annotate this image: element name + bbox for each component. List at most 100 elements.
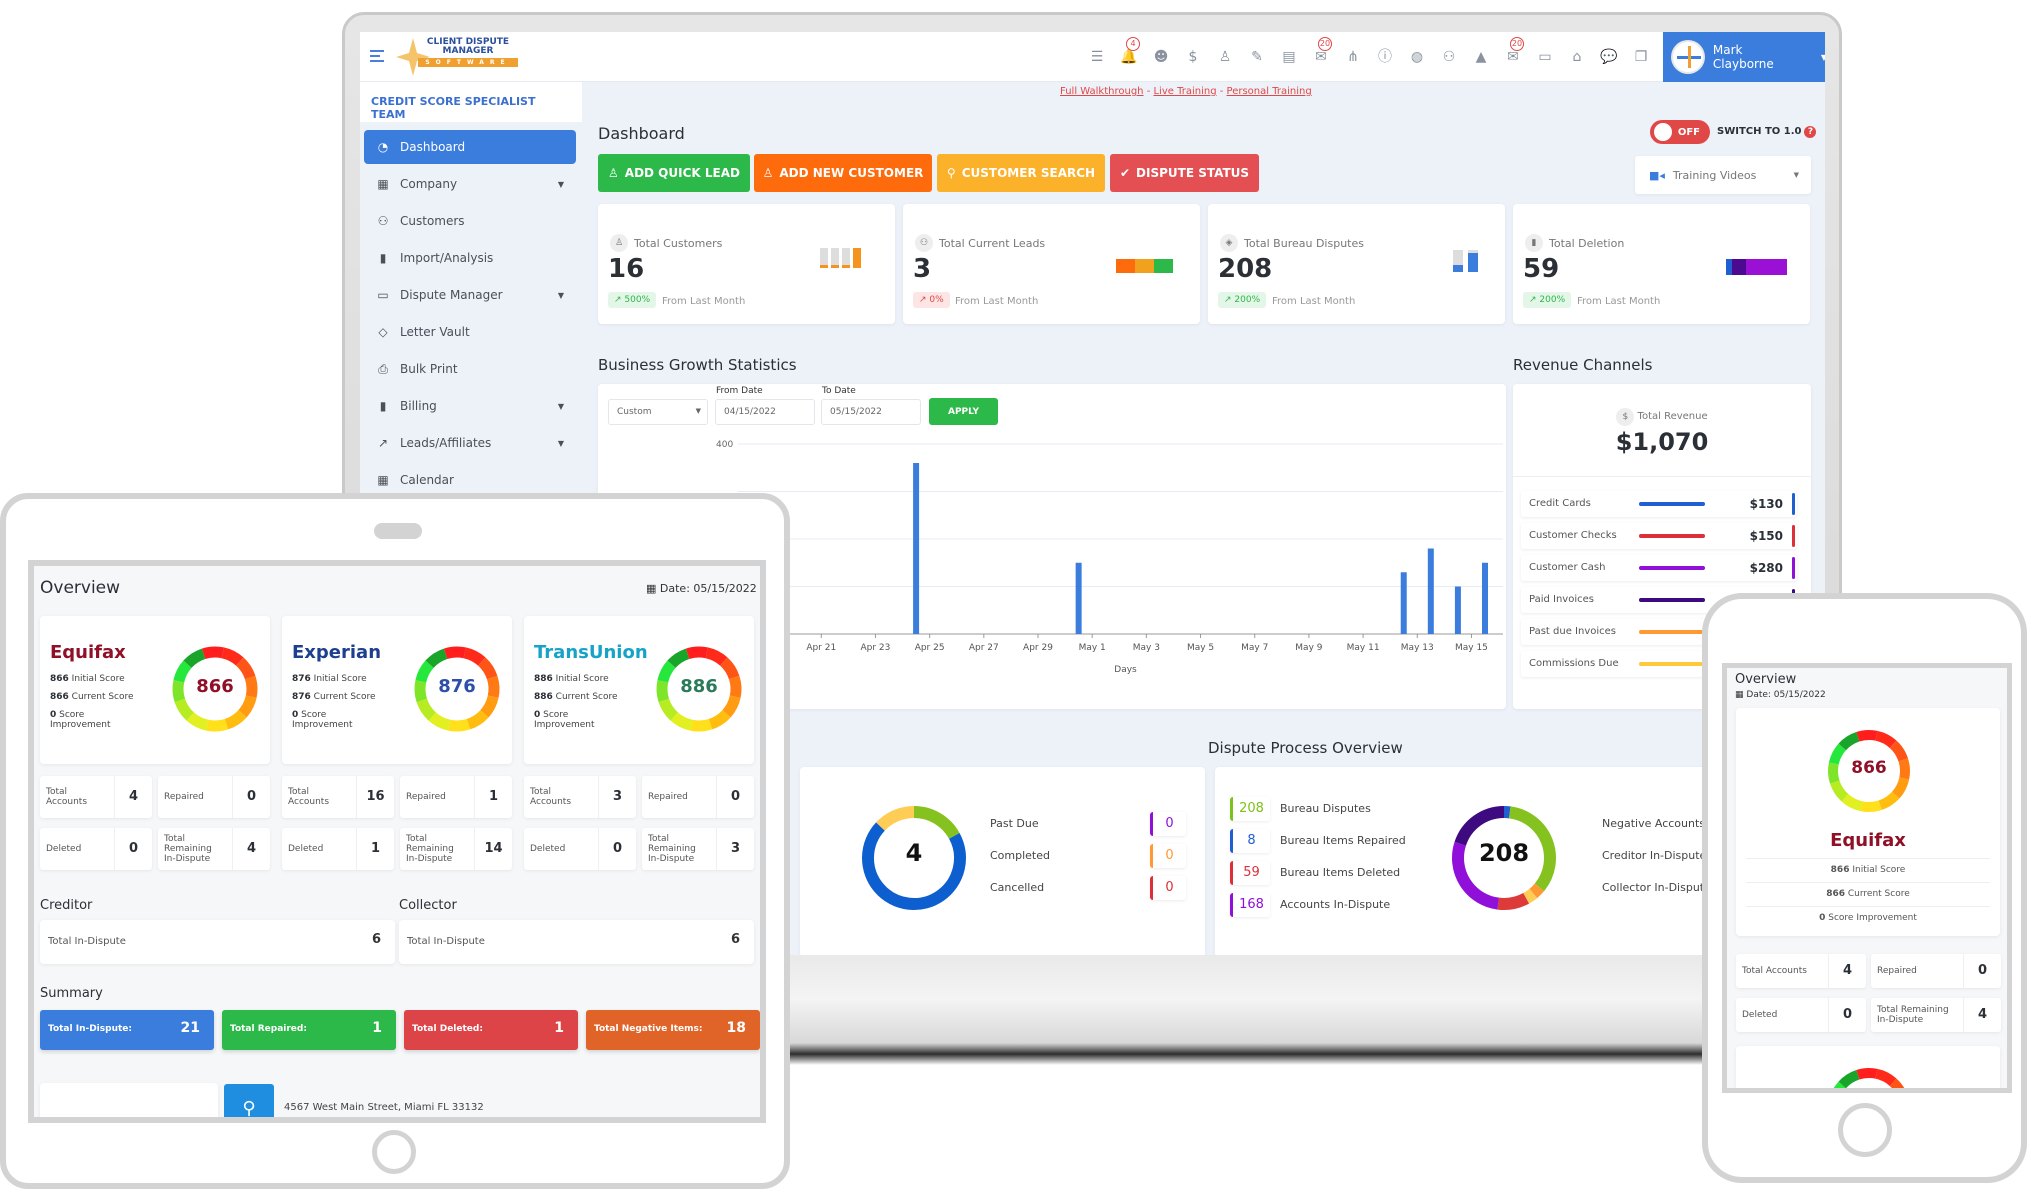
add-quick-lead-button[interactable]: ♙ ADD QUICK LEAD xyxy=(598,154,750,192)
mini-bar xyxy=(842,248,850,268)
mini-stat-value: 3 xyxy=(716,828,754,870)
collector-value: 6 xyxy=(730,932,740,947)
sidebar-item-company[interactable]: ▦ Company ▼ xyxy=(364,167,576,201)
hamburger-menu-icon[interactable] xyxy=(370,50,384,62)
calendar-icon: ▦ xyxy=(646,582,657,595)
address-text: 4567 West Main Street, Miami FL 33132 xyxy=(284,1102,484,1113)
info-icon[interactable]: ⓘ xyxy=(1376,48,1394,66)
invoice-status-value: 0 xyxy=(1150,812,1186,836)
mini-stat-deleted: Deleted 1 xyxy=(282,828,394,870)
sidebar-item-dispute-manager[interactable]: ▭ Dispute Manager ▼ xyxy=(364,278,576,312)
tasks-icon-glyph: ☰ xyxy=(1090,49,1104,65)
gauge-segment xyxy=(705,647,728,666)
revenue-row-credit-cards: Credit Cards $130 xyxy=(1521,491,1797,517)
bell-icon[interactable]: 🔔 4 xyxy=(1120,37,1140,66)
phone-next-gauge xyxy=(1833,1068,1905,1088)
sidebar-item-calendar[interactable]: ▦ Calendar xyxy=(364,463,576,497)
to-date-input[interactable]: 05/15/2022 xyxy=(821,399,921,425)
envelope-icon-glyph: ✉ xyxy=(1315,49,1327,65)
sidebar-item-label: Calendar xyxy=(400,473,454,487)
x-tick-label: Apr 25 xyxy=(915,643,945,653)
mail-open-icon[interactable]: ✉ 20 xyxy=(1504,37,1524,66)
sidebar-item-customers[interactable]: ⚇ Customers xyxy=(364,204,576,238)
gauge-segment xyxy=(1875,1068,1897,1087)
improvement-value: 0 xyxy=(534,710,541,720)
from-date-label: From Date xyxy=(716,386,763,396)
summary-total-repaired: Total Repaired: 1 xyxy=(222,1010,396,1050)
range-select[interactable]: Custom ▼ xyxy=(608,399,708,425)
support-agent-icon[interactable]: ☻ xyxy=(1152,48,1170,66)
dispute-segment-orange xyxy=(1529,883,1545,899)
phone-equifax-card: 866 Equifax 866 Initial Score 866 Curren… xyxy=(1736,708,2000,936)
personal-training-link[interactable]: Personal Training xyxy=(1227,86,1312,97)
bureau-name: Equifax xyxy=(50,642,126,663)
stat-value: 16 xyxy=(608,254,645,284)
gauge-segment xyxy=(201,646,224,660)
disputes-icon: ◈ xyxy=(1220,234,1238,252)
add-new-customer-button[interactable]: ♙ ADD NEW CUSTOMER xyxy=(754,154,932,192)
channel-name: Past due Invoices xyxy=(1529,626,1616,637)
money-bill-icon[interactable]: ▭ xyxy=(1536,48,1554,66)
invoice-status-label: Cancelled xyxy=(990,881,1045,894)
invoice-status-card: 4 Past Due 0 Completed 0 Cancelled 0 xyxy=(800,767,1205,957)
inbox-icon[interactable]: ⌂ xyxy=(1568,48,1586,66)
sidebar-item-letter-vault[interactable]: ◇ Letter Vault xyxy=(364,315,576,349)
phone-improvement-value: 0 xyxy=(1819,913,1826,923)
switch-label: SWITCH TO 1.0? xyxy=(1717,126,1817,138)
training-videos-dropdown[interactable]: ■◂ Training Videos ▼ xyxy=(1635,156,1811,194)
separator: - xyxy=(1216,86,1227,97)
gauge-segment xyxy=(1856,730,1878,742)
sidebar-item-import-analysis[interactable]: ▮ Import/Analysis xyxy=(364,241,576,275)
mini-bar-fill xyxy=(820,265,828,268)
user-tie-icon[interactable]: ♙ xyxy=(1216,48,1234,66)
add-quick-lead-label: ADD QUICK LEAD xyxy=(624,166,740,180)
bar-apr-30 xyxy=(1075,562,1082,634)
customer-search-button[interactable]: ⚲ CUSTOMER SEARCH xyxy=(937,154,1105,192)
version-toggle[interactable]: OFF xyxy=(1650,120,1710,144)
search-icon: ⚲ xyxy=(946,166,956,180)
globe-icon[interactable]: ◍ xyxy=(1408,48,1426,66)
sidebar-item-leads-affiliates[interactable]: ↗ Leads/Affiliates ▼ xyxy=(364,426,576,460)
phone-score: 866 xyxy=(1851,758,1887,778)
dispute-legend-item: Creditor In-Dispute xyxy=(1602,849,1707,862)
help-icon[interactable]: ? xyxy=(1804,126,1817,138)
sidebar-item-billing[interactable]: ▮ Billing ▼ xyxy=(364,389,576,423)
comments-icon[interactable]: 💬 xyxy=(1600,48,1618,66)
x-tick-label: May 9 xyxy=(1295,643,1322,653)
app-logo[interactable]: CLIENT DISPUTE MANAGER SOFTWARE xyxy=(396,38,546,76)
warning-icon[interactable]: ▲ xyxy=(1472,48,1490,66)
users-icon[interactable]: ⚇ xyxy=(1440,48,1458,66)
document-icon[interactable]: ▤ xyxy=(1280,48,1298,66)
sitemap-icon[interactable]: ⋔ xyxy=(1344,48,1362,66)
gauge-segment xyxy=(174,698,195,721)
gauge-segment xyxy=(480,695,499,718)
sidebar-item-bulk-print[interactable]: ⎙ Bulk Print xyxy=(364,352,576,386)
mini-stat-value: 4 xyxy=(232,828,270,870)
user-menu[interactable]: Mark Clayborne ▼ xyxy=(1663,32,1825,82)
dollar-icon[interactable]: $ xyxy=(1184,48,1202,66)
sidebar-item-dashboard[interactable]: ◔ Dashboard xyxy=(364,130,576,164)
separator: - xyxy=(1143,86,1154,97)
from-date-input[interactable]: 04/15/2022 xyxy=(715,399,815,425)
users-icon-glyph: ⚇ xyxy=(1442,49,1456,65)
apply-button[interactable]: APPLY xyxy=(929,398,998,425)
live-training-link[interactable]: Live Training xyxy=(1153,86,1216,97)
dispute-metric-label: Bureau Disputes xyxy=(1280,802,1371,815)
dollar-icon-glyph: $ xyxy=(1188,49,1198,65)
bureau-card-equifax: Equifax 866 Initial Score 866 Current Scor… xyxy=(40,616,270,764)
gauge-segment xyxy=(1856,1068,1878,1080)
tasks-icon[interactable]: ☰ xyxy=(1088,48,1106,66)
envelope-icon[interactable]: ✉ 20 xyxy=(1312,37,1332,66)
summary-label: Total In-Dispute: xyxy=(48,1024,132,1034)
mini-stat-value: 0 xyxy=(232,776,270,818)
x-tick-label: Apr 27 xyxy=(969,643,999,653)
mini-segment xyxy=(1732,259,1746,275)
current-score-value: 876 xyxy=(292,692,311,702)
full-walkthrough-link[interactable]: Full Walkthrough xyxy=(1060,86,1144,97)
pen-icon[interactable]: ✎ xyxy=(1248,48,1266,66)
dispute-status-button[interactable]: ✔ DISPUTE STATUS xyxy=(1110,154,1259,192)
sidebar-icon: ↗ xyxy=(377,436,389,450)
logo-line-2: MANAGER xyxy=(442,46,494,56)
copy-icon[interactable]: ❐ xyxy=(1632,48,1650,66)
channel-edge xyxy=(1792,557,1795,579)
